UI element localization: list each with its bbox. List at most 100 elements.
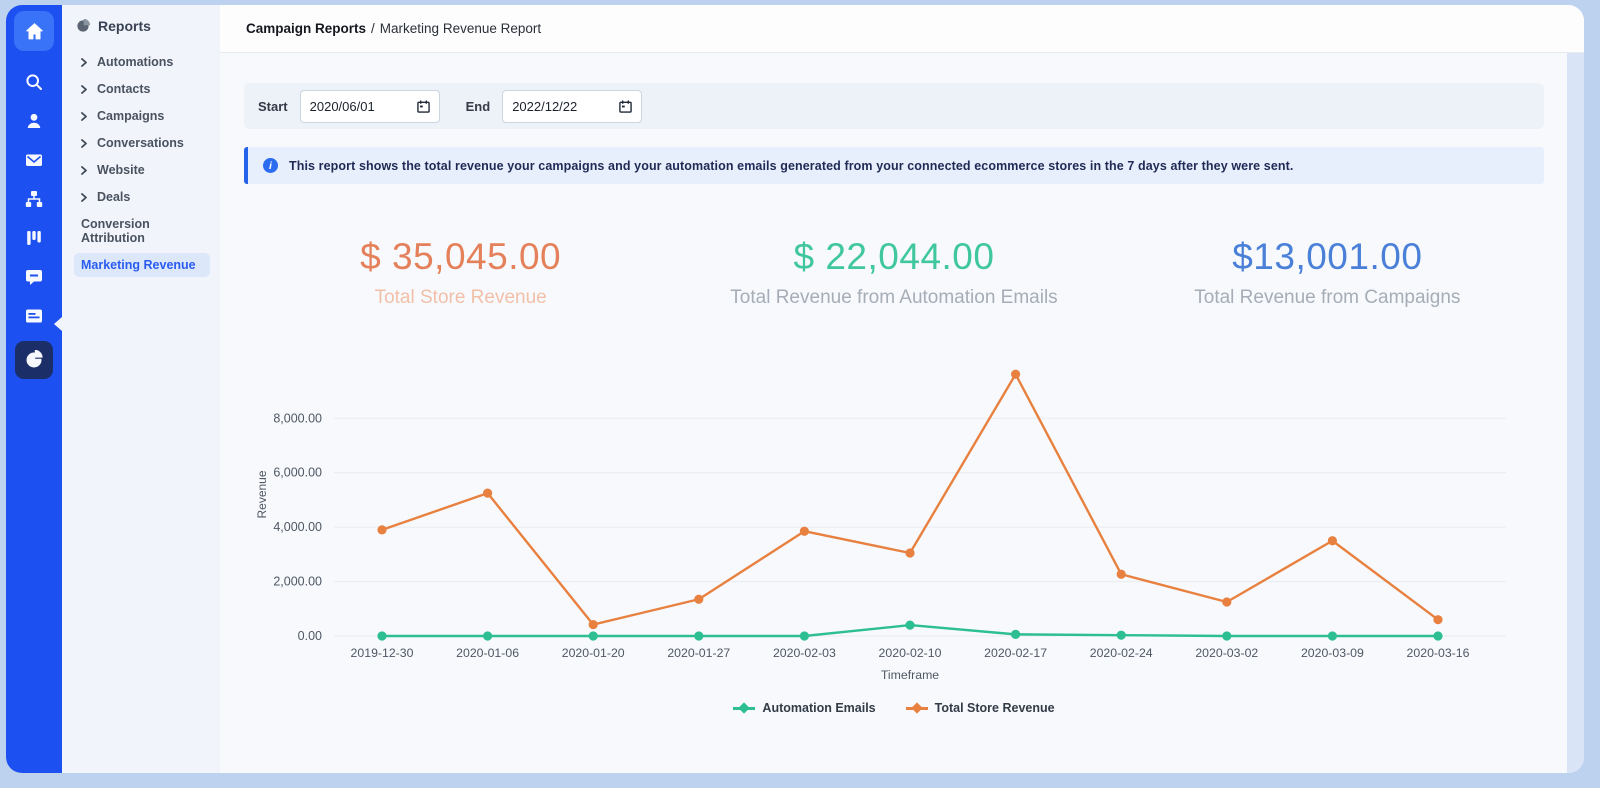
report-content: Start 2020/06/01 End 2022/12/22 — [220, 53, 1584, 773]
stats-row: $ 35,045.00 Total Store Revenue$ 22,044.0… — [244, 236, 1544, 309]
sidebar-item-automations[interactable]: Automations — [74, 50, 210, 74]
stat-label: Total Revenue from Automation Emails — [677, 287, 1110, 309]
chevron-right-icon — [80, 193, 89, 202]
line-chart-canvas: 0.002,000.004,000.006,000.008,000.00Reve… — [244, 337, 1544, 692]
data-point — [800, 527, 809, 536]
data-point — [1328, 631, 1337, 640]
home-icon — [24, 21, 45, 42]
start-date-label: Start — [258, 99, 288, 114]
calendar-icon[interactable] — [619, 100, 632, 113]
revenue-chart: 0.002,000.004,000.006,000.008,000.00Reve… — [244, 337, 1544, 697]
main-panel: Campaign Reports / Marketing Revenue Rep… — [220, 5, 1584, 773]
chevron-right-icon — [80, 112, 89, 121]
x-tick-label: 2019-12-30 — [351, 646, 414, 660]
icon-rail — [6, 5, 62, 773]
rail-home-button[interactable] — [14, 11, 54, 51]
data-point — [1222, 597, 1231, 606]
y-tick-label: 0.00 — [298, 629, 322, 643]
data-point — [1222, 631, 1231, 640]
sidebar-item-label: Contacts — [97, 82, 150, 96]
start-date-input[interactable]: 2020/06/01 — [300, 90, 440, 123]
search-icon — [24, 72, 44, 92]
data-point — [905, 621, 914, 630]
info-banner-text: This report shows the total revenue your… — [289, 159, 1293, 173]
sidebar-item-label: Conversion Attribution — [81, 217, 204, 245]
automation-icon — [24, 189, 44, 209]
reports-sidebar: Reports Automations Contacts Campaigns Conv… — [62, 5, 220, 773]
info-icon: i — [263, 158, 278, 173]
sidebar-item-deals[interactable]: Deals — [74, 185, 210, 209]
rail-deals-button[interactable] — [15, 223, 53, 253]
data-point — [694, 595, 703, 604]
data-point — [483, 631, 492, 640]
rail-automations-button[interactable] — [15, 184, 53, 214]
stat-label: Total Revenue from Campaigns — [1111, 287, 1544, 309]
y-tick-label: 2,000.00 — [273, 575, 322, 589]
active-section-notch — [54, 317, 62, 331]
x-tick-label: 2020-02-17 — [984, 646, 1047, 660]
sidebar-item-marketing-revenue[interactable]: Marketing Revenue — [74, 253, 210, 277]
legend-item-automation-emails[interactable]: Automation Emails — [733, 701, 875, 715]
stat-card: $13,001.00 Total Revenue from Campaigns — [1111, 236, 1544, 309]
stat-card: $ 35,045.00 Total Store Revenue — [244, 236, 677, 309]
sidebar-item-contacts[interactable]: Contacts — [74, 77, 210, 101]
vertical-scrollbar[interactable] — [1567, 53, 1584, 773]
rail-conversations-button[interactable] — [15, 262, 53, 292]
x-tick-label: 2020-01-20 — [562, 646, 625, 660]
rail-forms-button[interactable] — [15, 301, 53, 331]
info-banner: i This report shows the total revenue yo… — [244, 147, 1544, 184]
stat-value: $13,001.00 — [1111, 236, 1544, 278]
sidebar-item-label: Website — [97, 163, 145, 177]
sidebar-item-conversion-attribution[interactable]: Conversion Attribution — [74, 212, 210, 250]
sidebar-item-website[interactable]: Website — [74, 158, 210, 182]
rail-reports-button[interactable] — [15, 341, 53, 379]
data-point — [589, 620, 598, 629]
chart-legend: Automation Emails Total Store Revenue — [244, 701, 1544, 715]
contacts-icon — [24, 111, 44, 131]
data-point — [1433, 615, 1442, 624]
data-point — [483, 489, 492, 498]
sidebar-item-label: Conversations — [97, 136, 184, 150]
sidebar-item-list: Automations Contacts Campaigns Conversation… — [74, 50, 210, 277]
x-tick-label: 2020-02-24 — [1090, 646, 1153, 660]
end-date-input[interactable]: 2022/12/22 — [502, 90, 642, 123]
stat-label: Total Store Revenue — [244, 287, 677, 309]
sidebar-item-conversations[interactable]: Conversations — [74, 131, 210, 155]
card-icon — [24, 306, 44, 326]
chevron-right-icon — [80, 58, 89, 67]
x-axis-label: Timeframe — [881, 668, 939, 682]
sidebar-header: Reports — [74, 18, 210, 34]
y-tick-label: 4,000.00 — [273, 520, 322, 534]
date-filter-bar: Start 2020/06/01 End 2022/12/22 — [244, 83, 1544, 129]
sidebar-item-campaigns[interactable]: Campaigns — [74, 104, 210, 128]
legend-label: Automation Emails — [762, 701, 875, 715]
rail-campaigns-button[interactable] — [15, 145, 53, 175]
data-point — [694, 631, 703, 640]
sidebar-title: Reports — [98, 18, 151, 34]
email-icon — [24, 150, 44, 170]
rail-contacts-button[interactable] — [15, 106, 53, 136]
legend-marker-icon — [906, 703, 928, 713]
x-tick-label: 2020-01-27 — [667, 646, 730, 660]
data-point — [905, 548, 914, 557]
legend-item-total-store-revenue[interactable]: Total Store Revenue — [906, 701, 1055, 715]
data-point — [589, 631, 598, 640]
reports-pie-icon — [24, 350, 44, 370]
data-point — [1011, 370, 1020, 379]
series-line — [382, 374, 1438, 624]
legend-label: Total Store Revenue — [935, 701, 1055, 715]
stat-card: $ 22,044.00Total Revenue from Automation… — [677, 236, 1110, 309]
breadcrumb-section[interactable]: Campaign Reports — [246, 21, 366, 36]
sidebar-item-label: Deals — [97, 190, 130, 204]
rail-search-button[interactable] — [15, 67, 53, 97]
x-tick-label: 2020-03-09 — [1301, 646, 1364, 660]
stat-value: $ 35,045.00 — [244, 236, 677, 278]
x-tick-label: 2020-02-10 — [879, 646, 942, 660]
data-point — [1011, 630, 1020, 639]
calendar-icon[interactable] — [417, 100, 430, 113]
kanban-icon — [24, 228, 44, 248]
end-date-value: 2022/12/22 — [512, 99, 577, 114]
y-tick-label: 6,000.00 — [273, 466, 322, 480]
data-point — [377, 525, 386, 534]
data-point — [1117, 570, 1126, 579]
